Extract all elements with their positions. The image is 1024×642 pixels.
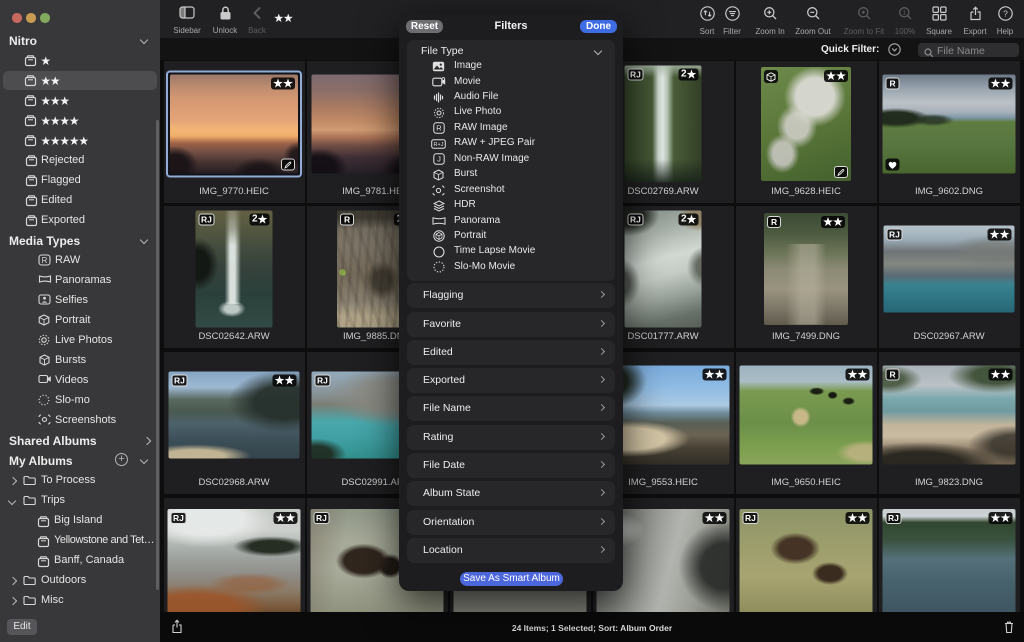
svg-text:?: ? [1003,8,1008,18]
svg-text:R: R [436,124,442,133]
svg-text:J: J [437,155,441,164]
svg-text:1: 1 [902,10,906,17]
svg-text:R+J: R+J [434,142,444,148]
svg-text:R: R [42,256,48,265]
